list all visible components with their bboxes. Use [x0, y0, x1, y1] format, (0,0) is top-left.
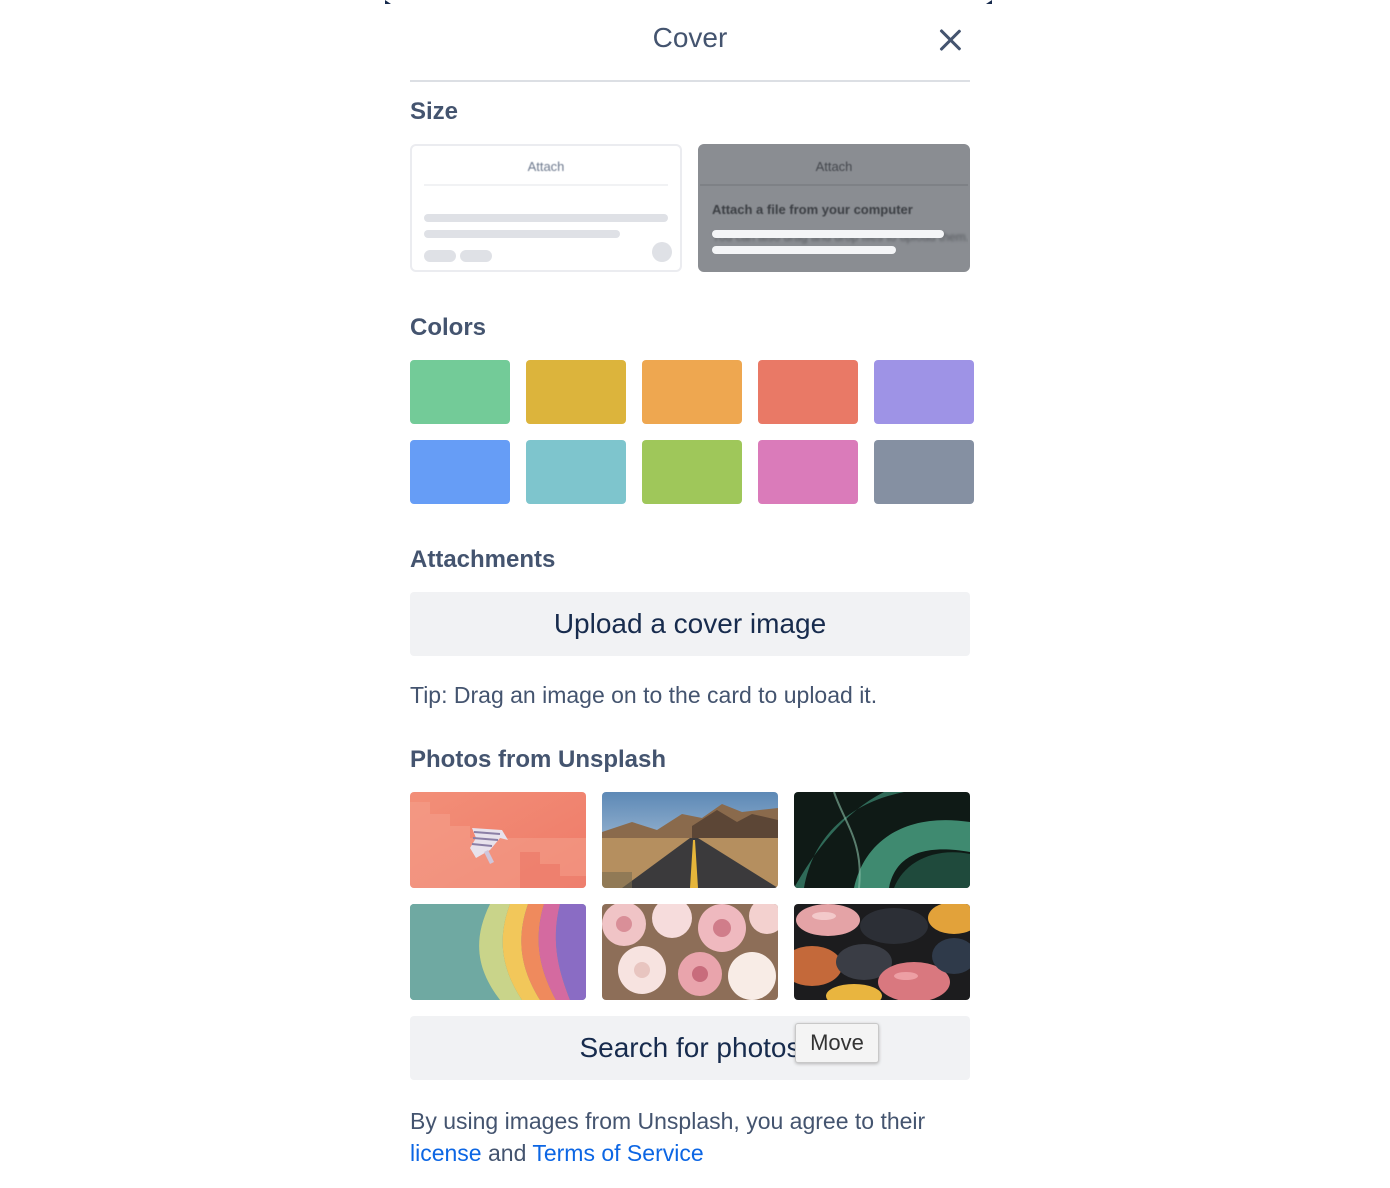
color-swatch[interactable] — [410, 440, 510, 504]
search-photos-button[interactable]: Search for photos — [410, 1016, 970, 1080]
cover-popover: Cover Size Attach Attach Attach a file f… — [410, 0, 974, 1166]
move-tooltip: Move — [795, 1023, 879, 1063]
color-swatch[interactable] — [526, 360, 626, 424]
placeholder-line — [712, 230, 944, 238]
size-card-preview-title: Attach a file from your computer — [712, 202, 913, 217]
color-swatch[interactable] — [758, 360, 858, 424]
color-swatch[interactable] — [874, 440, 974, 504]
license-link[interactable]: license — [410, 1140, 482, 1166]
placeholder-badge — [460, 250, 492, 262]
colors-heading: Colors — [410, 314, 487, 341]
size-option-normal[interactable]: Attach — [410, 144, 682, 272]
size-card-divider — [424, 184, 668, 186]
legal-and: and — [488, 1140, 527, 1166]
terms-of-service-link[interactable]: Terms of Service — [532, 1140, 703, 1166]
size-heading: Size — [410, 98, 459, 125]
unsplash-photo-rainbow-layers[interactable] — [410, 904, 586, 1000]
color-swatch[interactable] — [642, 440, 742, 504]
color-swatch[interactable] — [526, 440, 626, 504]
unsplash-heading: Photos from Unsplash — [410, 746, 667, 773]
unsplash-legal-text: By using images from Unsplash, you agree… — [410, 1105, 970, 1169]
unsplash-photo-colorful-stones[interactable] — [794, 904, 970, 1000]
placeholder-line — [424, 214, 668, 222]
window-corner-right — [986, 0, 992, 4]
legal-prefix: By using images from Unsplash, you agree… — [410, 1108, 926, 1134]
unsplash-photo-desert-road[interactable] — [602, 792, 778, 888]
placeholder-avatar — [652, 242, 672, 262]
placeholder-line — [424, 230, 620, 238]
color-swatch[interactable] — [758, 440, 858, 504]
size-card-divider — [700, 184, 968, 186]
upload-cover-image-button[interactable]: Upload a cover image — [410, 592, 970, 656]
size-option-full[interactable]: Attach Attach a file from your computer … — [698, 144, 970, 272]
popover-title: Cover — [652, 22, 728, 53]
size-card-label: Attach — [527, 159, 565, 174]
attachments-heading: Attachments — [410, 546, 556, 573]
popover-header: Cover — [410, 0, 970, 82]
unsplash-photo-roses[interactable] — [602, 904, 778, 1000]
color-swatch[interactable] — [410, 360, 510, 424]
unsplash-photo-green-abstract[interactable] — [794, 792, 970, 888]
unsplash-photo-pink-stairs[interactable] — [410, 792, 586, 888]
placeholder-badge — [424, 250, 456, 262]
window-corner-left — [385, 0, 391, 4]
size-card-label: Attach — [815, 159, 853, 174]
placeholder-line — [712, 246, 896, 254]
color-swatch[interactable] — [642, 360, 742, 424]
color-swatch[interactable] — [874, 360, 974, 424]
close-icon[interactable] — [936, 26, 964, 54]
upload-tip: Tip: Drag an image on to the card to upl… — [410, 682, 878, 708]
